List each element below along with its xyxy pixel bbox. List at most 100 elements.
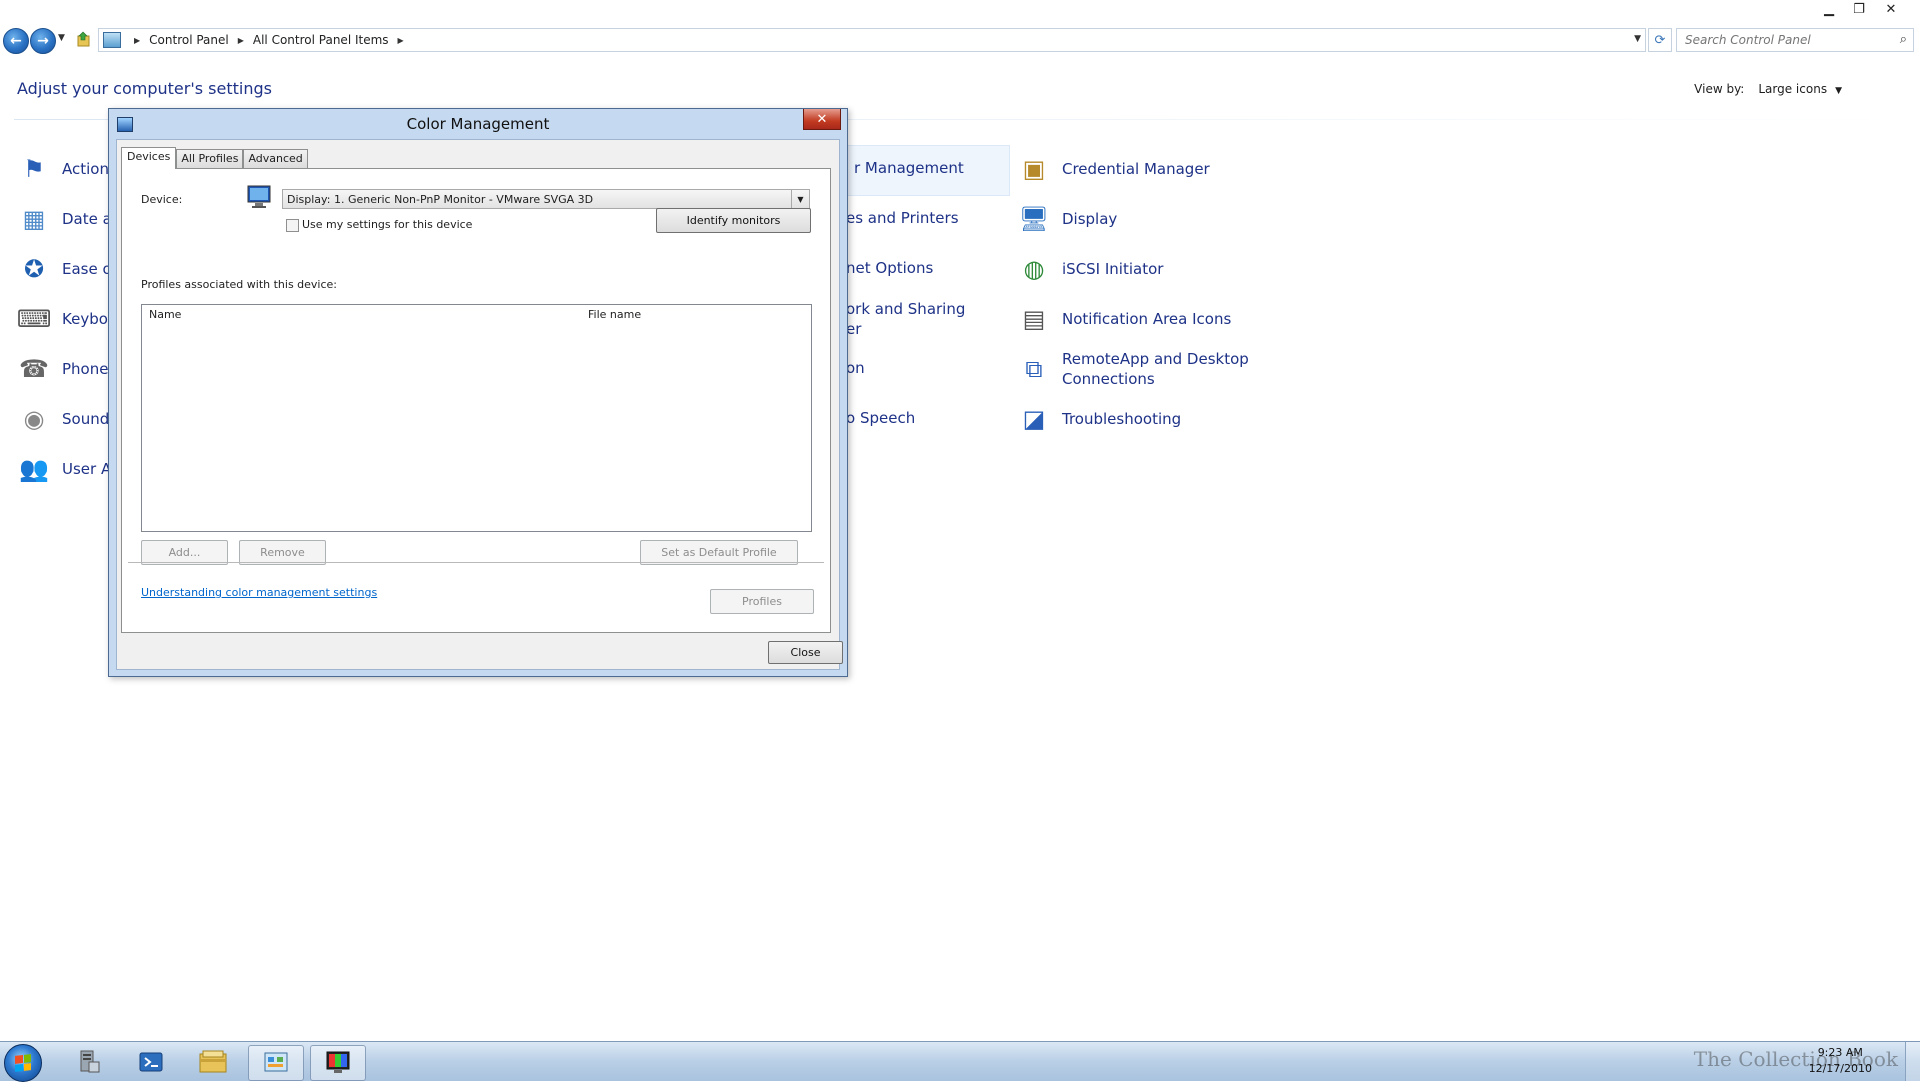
cp-item-label: Troubleshooting: [1062, 410, 1182, 428]
cp-item-label: Credential Manager: [1062, 160, 1210, 178]
windows-logo-icon: [15, 1054, 31, 1072]
page-title: Adjust your computer's settings: [17, 79, 272, 98]
color-management-help-link[interactable]: Understanding color management settings: [141, 586, 377, 599]
view-by-dropdown[interactable]: Large icons ▼: [1758, 82, 1842, 96]
cp-item-label: Keybo: [62, 310, 108, 328]
cp-item-user-accounts[interactable]: 👥 User A: [18, 453, 111, 485]
cp-item-label: Action: [62, 160, 109, 178]
cp-item-notification-area-icons[interactable]: ▤ Notification Area Icons: [1018, 303, 1232, 335]
cp-item-date-time[interactable]: ▦ Date a: [18, 203, 112, 235]
profiles-button[interactable]: Profiles: [710, 589, 814, 614]
cp-item-credential-manager[interactable]: ▣ Credential Manager: [1018, 153, 1210, 185]
clock-time: 9:23 AM: [1817, 1046, 1863, 1059]
flag-icon: ⚑: [23, 155, 45, 183]
column-header-file-name[interactable]: File name: [588, 308, 641, 321]
color-management-dialog: Color Management ✕ Devices All Profiles …: [108, 108, 848, 677]
tab-devices[interactable]: Devices: [121, 147, 177, 169]
minimize-button[interactable]: ▁: [1816, 0, 1842, 18]
monitor-icon: [247, 185, 271, 208]
cp-item-label: iSCSI Initiator: [1062, 260, 1164, 278]
column-header-name[interactable]: Name: [149, 308, 181, 321]
show-desktop-button[interactable]: [1905, 1042, 1920, 1081]
back-button[interactable]: ←: [3, 28, 29, 54]
control-panel-icon: [103, 32, 121, 48]
cp-item-label: Sound: [62, 410, 110, 428]
taskbar-server-manager[interactable]: [62, 1045, 116, 1079]
cp-item-display[interactable]: 🖥 Display: [1018, 203, 1118, 235]
clock-date: 12/17/2010: [1808, 1062, 1872, 1075]
powershell-icon: [139, 1052, 163, 1072]
cp-item-iscsi-initiator[interactable]: ◍ iSCSI Initiator: [1018, 253, 1164, 285]
chevron-down-icon: ▼: [1835, 86, 1842, 96]
forward-arrow-icon: →: [37, 33, 49, 49]
taskbar-powershell[interactable]: [124, 1045, 178, 1079]
recent-pages-dropdown-icon[interactable]: ▼: [58, 33, 65, 43]
cp-item-label: r Management: [854, 159, 964, 177]
device-label: Device:: [141, 193, 183, 206]
tab-advanced[interactable]: Advanced: [243, 149, 308, 168]
cp-item-keyboard[interactable]: ⌨ Keybo: [16, 303, 108, 335]
taskbar: The Collection Book 9:23 AM 12/17/2010: [0, 1041, 1920, 1082]
back-arrow-icon: ←: [10, 33, 22, 49]
folder-up-icon[interactable]: [76, 31, 90, 47]
start-button[interactable]: [4, 1044, 42, 1082]
cp-item-label: Notification Area Icons: [1062, 310, 1232, 328]
dialog-close-button[interactable]: ✕: [803, 109, 841, 130]
search-input[interactable]: [1677, 32, 1887, 48]
cp-item-troubleshooting[interactable]: ◪ Troubleshooting: [1018, 403, 1182, 435]
close-button[interactable]: Close: [768, 641, 843, 664]
use-my-settings-checkbox[interactable]: [286, 219, 299, 232]
search-icon[interactable]: ⌕: [1900, 32, 1907, 47]
remote-desktop-icon: ⧉: [1025, 355, 1043, 383]
phone-icon: ☎: [19, 355, 49, 383]
cp-item-action-center[interactable]: ⚑ Action: [18, 153, 109, 185]
use-my-settings-label[interactable]: Use my settings for this device: [302, 218, 472, 231]
refresh-button[interactable]: ⟳: [1648, 28, 1672, 52]
cp-item-phone-modem[interactable]: ☎ Phone: [18, 353, 108, 385]
users-icon: 👥: [19, 455, 49, 483]
cp-item-label: ork and Sharing er: [846, 300, 966, 338]
breadcrumb-arrow-icon[interactable]: ▶: [238, 36, 244, 45]
cp-item-label: net Options: [846, 259, 934, 277]
cp-item-network-sharing[interactable]: ork and Sharing er: [846, 299, 965, 339]
dialog-body: Devices All Profiles Advanced Device: Di…: [116, 139, 843, 670]
taskbar-color-management[interactable]: [310, 1045, 366, 1081]
address-dropdown-icon[interactable]: ▼: [1634, 34, 1641, 44]
cp-item-ease-of-access[interactable]: ✪ Ease o: [18, 253, 112, 285]
cp-item-devices-printers[interactable]: es and Printers: [846, 209, 959, 227]
ease-of-access-icon: ✪: [23, 255, 45, 283]
monitor-icon: 🖥: [1018, 205, 1050, 233]
close-window-button[interactable]: ✕: [1876, 0, 1906, 18]
chevron-down-icon[interactable]: ▼: [791, 190, 809, 208]
identify-monitors-button[interactable]: Identify monitors: [656, 208, 811, 233]
vault-icon: ▣: [1022, 155, 1046, 183]
maximize-button[interactable]: ❐: [1846, 0, 1872, 18]
cp-item-label: User A: [62, 460, 112, 478]
cp-item-color-management[interactable]: r Management: [854, 159, 964, 177]
navigation-bar: ← → ▼ ▶ Control Panel ▶ All Control Pane…: [0, 27, 1920, 54]
troubleshoot-icon: ◪: [1022, 405, 1046, 433]
color-management-icon: [326, 1051, 350, 1073]
cp-item-speech-recognition[interactable]: o Speech: [846, 409, 915, 427]
forward-button[interactable]: →: [30, 28, 56, 54]
address-bar[interactable]: ▶ Control Panel ▶ All Control Panel Item…: [98, 28, 1646, 52]
globe-icon: ◍: [1023, 255, 1045, 283]
cp-item-sound[interactable]: ◉ Sound: [18, 403, 110, 435]
cp-item-remoteapp[interactable]: ⧉ RemoteApp and Desktop Connections: [1018, 349, 1248, 389]
profiles-list[interactable]: Name File name: [141, 304, 812, 532]
taskbar-explorer[interactable]: [186, 1045, 240, 1079]
taskbar-control-panel[interactable]: [248, 1045, 304, 1081]
cp-item-region-language[interactable]: on: [846, 359, 865, 377]
cp-item-internet-options[interactable]: net Options: [846, 259, 933, 277]
breadcrumb-all-items[interactable]: All Control Panel Items: [253, 33, 389, 47]
tab-all-profiles[interactable]: All Profiles: [176, 149, 244, 168]
device-select[interactable]: Display: 1. Generic Non-PnP Monitor - VM…: [282, 189, 810, 209]
keyboard-icon: ⌨: [16, 305, 52, 333]
window-controls: ▁ ❐ ✕: [1816, 0, 1906, 18]
dialog-title: Color Management: [406, 115, 550, 133]
breadcrumb-arrow-icon[interactable]: ▶: [398, 36, 404, 45]
breadcrumb-control-panel[interactable]: Control Panel: [149, 33, 229, 47]
clock[interactable]: 9:23 AM 12/17/2010: [1809, 1045, 1872, 1077]
search-box[interactable]: ⌕: [1676, 28, 1914, 52]
breadcrumb-arrow-icon[interactable]: ▶: [134, 36, 140, 45]
